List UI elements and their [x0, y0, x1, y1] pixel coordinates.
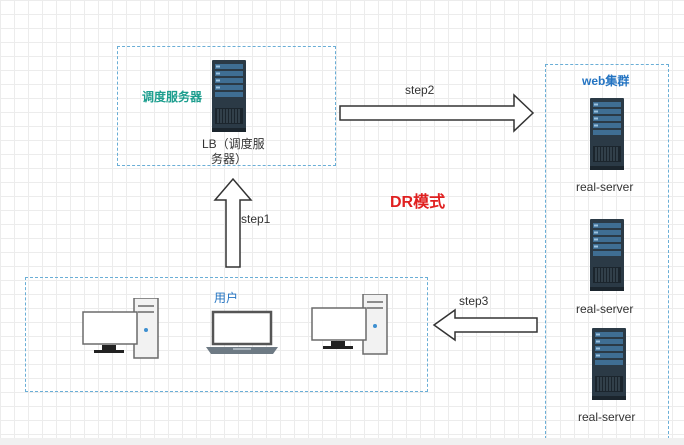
arrow-right-icon: [339, 93, 535, 133]
bottom-scroll-strip: [0, 438, 684, 445]
arrow-left-icon: [432, 308, 538, 342]
step1-label: step1: [241, 212, 271, 226]
step3-label: step3: [459, 294, 489, 308]
step2-label: step2: [405, 83, 435, 97]
flow-arrows: [213, 93, 538, 342]
